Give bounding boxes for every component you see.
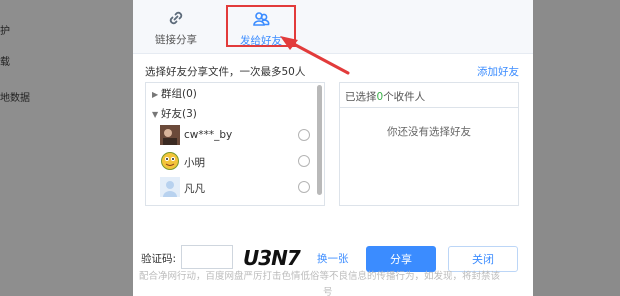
link-icon [166, 8, 186, 28]
friend-select-radio[interactable] [298, 181, 310, 193]
list-scrollbar[interactable] [317, 85, 322, 195]
friend-list-panel: ▶ 群组(0) ▼ 好友(3) cw***_by 小明 凡凡 [145, 82, 325, 206]
background-item: 护 [0, 26, 10, 37]
friend-item[interactable]: 凡凡 [160, 177, 310, 201]
friends-label: 好友(3) [161, 108, 197, 120]
background-item: 载 [0, 57, 10, 68]
selected-panel: 已选择0个收件人 你还没有选择好友 [339, 82, 519, 206]
friend-item[interactable]: 小明 [160, 151, 310, 175]
background-item: 地数据 [0, 93, 30, 104]
friends-node[interactable]: ▼ 好友(3) [152, 106, 197, 121]
notice-text: 配合净网行动，百度网盘严厉打击色情低俗等不良信息的传播行为，如发现，将封禁该 [139, 271, 501, 282]
background-right [533, 0, 620, 296]
notice-text-tail: 号 [323, 287, 333, 296]
group-node[interactable]: ▶ 群组(0) [152, 86, 197, 101]
tab-send-to-friend[interactable]: 发给好友 [226, 5, 296, 47]
tab-label: 发给好友 [240, 35, 282, 47]
share-tabbar: 链接分享 发给好友 [133, 0, 533, 54]
friend-select-radio[interactable] [298, 155, 310, 167]
tab-link-share[interactable]: 链接分享 [141, 6, 211, 48]
caret-right-icon: ▶ [152, 90, 159, 99]
tab-label: 链接分享 [155, 34, 197, 46]
captcha-input[interactable] [181, 245, 233, 269]
captcha-text: U3N7 [243, 246, 301, 269]
group-label: 群组(0) [161, 88, 197, 100]
share-dialog: 链接分享 发给好友 选择好友分享文件，一次最多50人 添加好友 ▶群组(0) [133, 0, 533, 296]
background-sidebar: 护 载 地数据 [0, 0, 133, 296]
friend-item[interactable]: cw***_by [160, 125, 310, 149]
captcha-image[interactable]: U3N7 [241, 245, 302, 270]
friend-name: cw***_by [184, 129, 233, 141]
add-friend-link[interactable]: 添加好友 [477, 64, 519, 79]
captcha-label: 验证码: [141, 253, 177, 265]
friend-select-radio[interactable] [298, 129, 310, 141]
avatar [160, 177, 180, 197]
friends-icon [251, 9, 271, 29]
refresh-captcha-link[interactable]: 换一张 [317, 251, 349, 266]
select-hint: 选择好友分享文件，一次最多50人 [145, 66, 306, 78]
caret-down-icon: ▼ [152, 110, 159, 119]
empty-selection-text: 你还没有选择好友 [387, 126, 471, 138]
selected-header: 已选择0个收件人 [340, 83, 518, 108]
avatar [160, 125, 180, 145]
friend-name: 小明 [184, 157, 205, 169]
selected-suffix: 个收件人 [383, 91, 426, 103]
friend-name: 凡凡 [184, 183, 205, 195]
avatar [160, 151, 180, 171]
selected-prefix: 已选择 [345, 91, 377, 103]
